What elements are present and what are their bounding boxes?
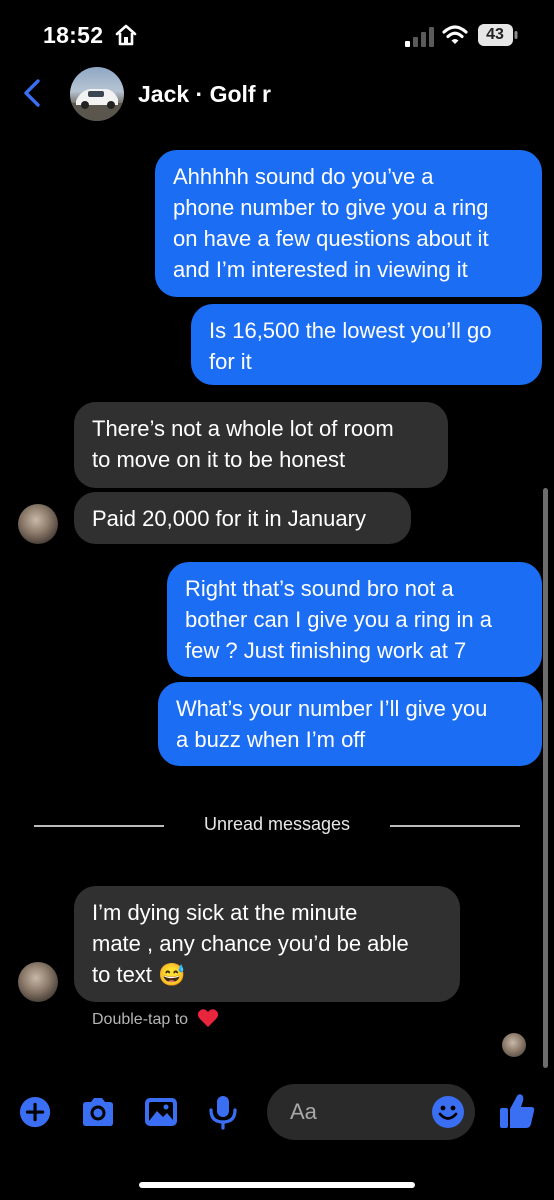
back-icon[interactable] <box>22 78 42 108</box>
read-receipt-avatar <box>502 1033 526 1057</box>
signal-icon <box>405 27 434 47</box>
composer-bar: Aa <box>0 1078 554 1148</box>
contact-avatar[interactable] <box>70 67 124 121</box>
divider-line-left <box>34 825 164 827</box>
sender-avatar[interactable] <box>18 504 58 544</box>
sender-avatar[interactable] <box>18 962 58 1002</box>
home-indicator[interactable] <box>139 1182 415 1188</box>
thumbs-up-icon[interactable] <box>499 1092 535 1130</box>
conversation-header: Jack · Golf r <box>0 62 554 128</box>
message-bubble-sent[interactable]: Right that’s sound bro not a bother can … <box>167 562 542 677</box>
home-icon <box>115 24 137 46</box>
double-tap-hint: Double-tap to <box>92 1008 219 1029</box>
gallery-icon[interactable] <box>143 1094 179 1130</box>
message-input-placeholder: Aa <box>290 1099 317 1124</box>
camera-icon[interactable] <box>80 1094 116 1130</box>
emoji-icon[interactable] <box>431 1095 465 1129</box>
message-bubble-sent[interactable]: Is 16,500 the lowest you’ll go for it <box>191 304 542 385</box>
car-photo <box>70 89 124 121</box>
message-input[interactable]: Aa <box>267 1084 475 1140</box>
double-tap-hint-text: Double-tap to <box>92 1011 189 1028</box>
message-bubble-received[interactable]: Paid 20,000 for it in January <box>74 492 411 544</box>
wifi-icon <box>442 25 468 44</box>
message-bubble-received[interactable]: I’m dying sick at the minute mate , any … <box>74 886 460 1002</box>
divider-line-right <box>390 825 520 827</box>
status-bar: 18:52 43 <box>0 0 554 62</box>
scrollbar[interactable] <box>543 488 548 1068</box>
battery-level: 43 <box>486 26 504 43</box>
microphone-icon[interactable] <box>205 1094 241 1130</box>
heart-icon <box>197 1009 218 1027</box>
unread-messages-divider: Unread messages <box>203 814 351 834</box>
message-bubble-received[interactable]: There’s not a whole lot of room to move … <box>74 402 448 488</box>
message-bubble-sent[interactable]: What’s your number I’ll give you a buzz … <box>158 682 542 766</box>
plus-icon[interactable] <box>19 1096 53 1130</box>
status-time: 18:52 <box>43 22 104 48</box>
contact-name[interactable]: Jack · Golf r <box>138 81 271 108</box>
message-bubble-sent[interactable]: Ahhhhh sound do you’ve a phone number to… <box>155 150 542 297</box>
